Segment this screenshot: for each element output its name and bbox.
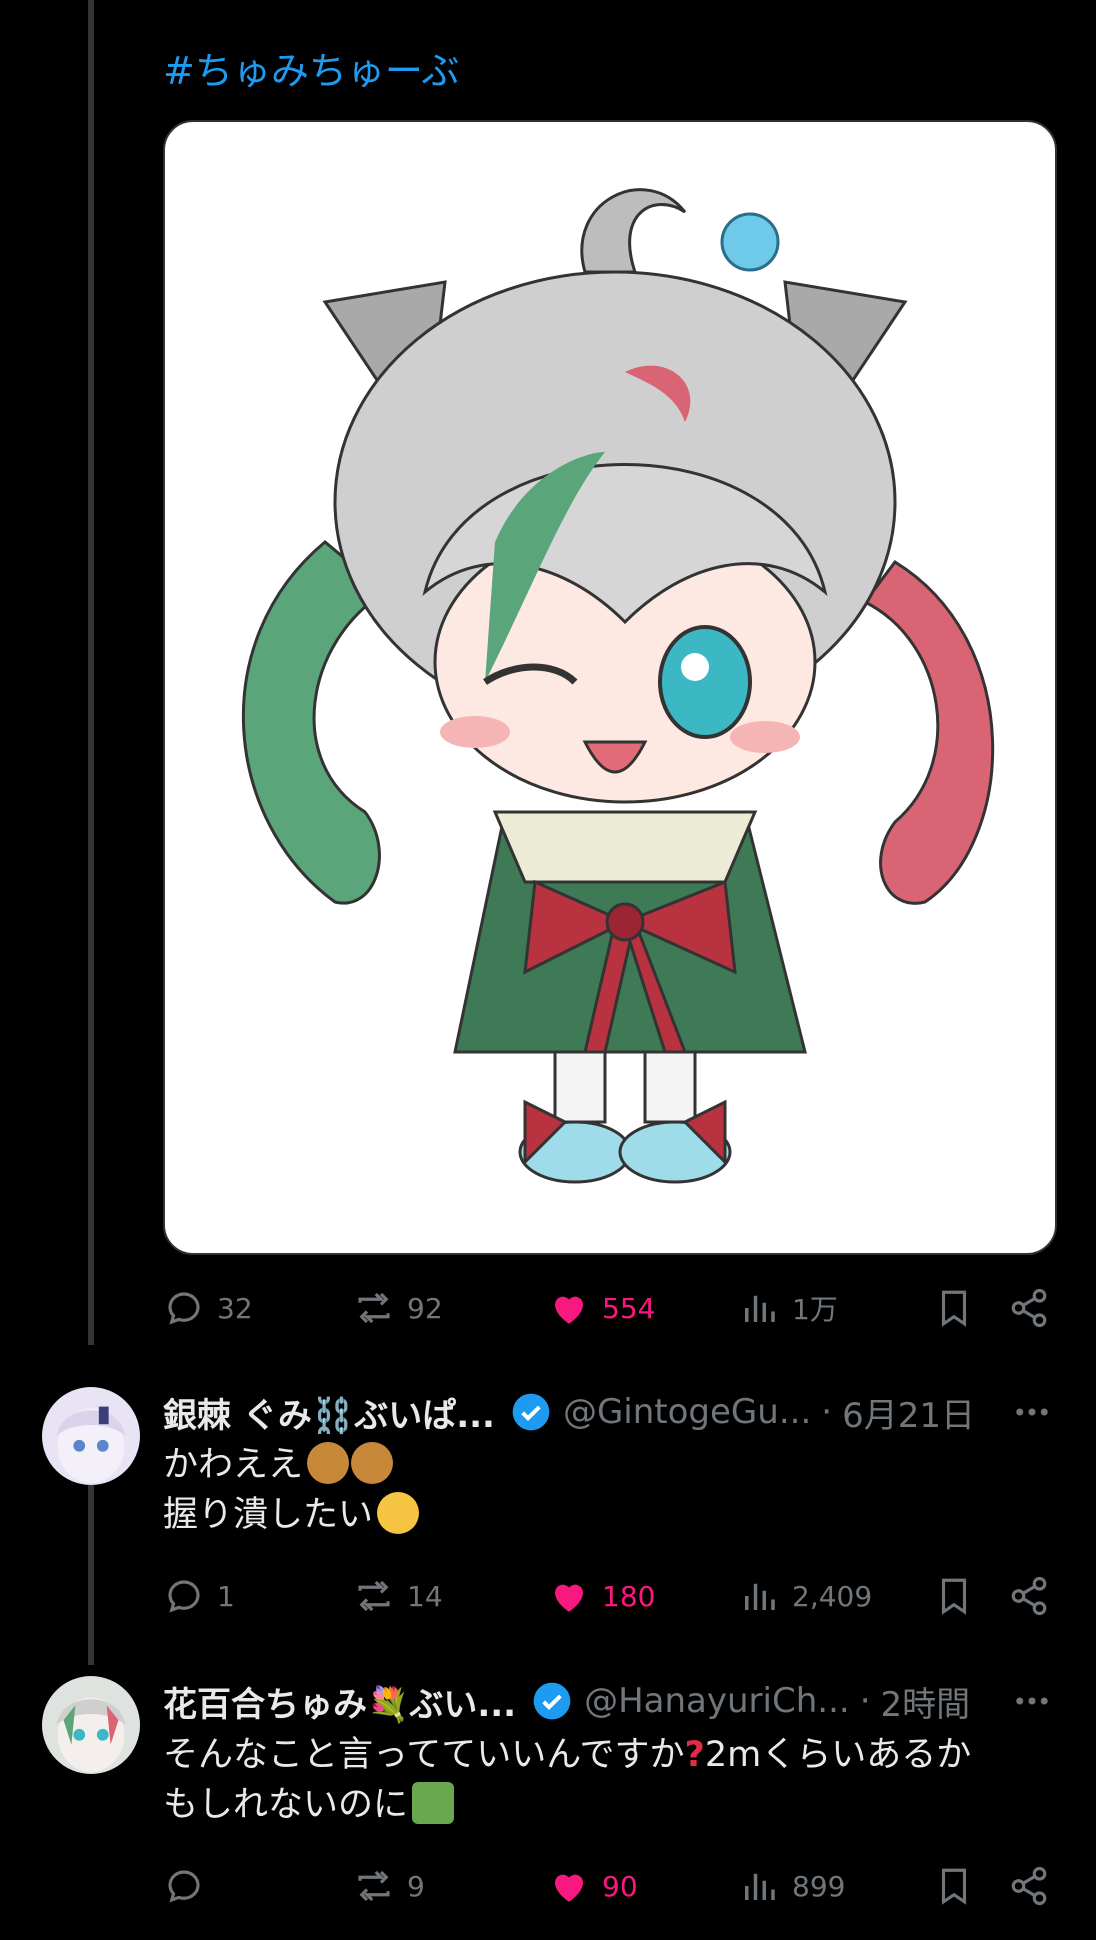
worried-face-emoji xyxy=(351,1442,394,1484)
reply-button[interactable]: 32 xyxy=(163,1278,253,1338)
bookmark-icon xyxy=(941,1578,967,1615)
separator-dot: · xyxy=(821,1392,833,1432)
repost-button[interactable]: 14 xyxy=(353,1566,443,1626)
thread-line-middle xyxy=(88,1485,94,1665)
hashtag-link[interactable]: #ちゅみちゅーぶ xyxy=(163,40,459,95)
drooling-face-emoji xyxy=(377,1492,420,1534)
more-icon xyxy=(1016,1697,1048,1705)
share-button[interactable] xyxy=(1008,1278,1050,1338)
reply-text-line: かわええ xyxy=(163,1445,304,1485)
share-button[interactable] xyxy=(1008,1566,1050,1626)
red-question-mark-emoji: ? xyxy=(684,1735,705,1775)
post-image[interactable] xyxy=(163,120,1057,1255)
reply-text-line: もしれないのに xyxy=(163,1785,409,1825)
bookmark-button[interactable] xyxy=(933,1566,975,1626)
separator-dot: · xyxy=(859,1681,871,1721)
reply-count: 32 xyxy=(217,1291,253,1325)
views-count: 2,409 xyxy=(792,1579,873,1613)
like-icon xyxy=(555,1296,583,1324)
like-button[interactable]: 90 xyxy=(548,1856,638,1916)
reply-text-line: 握り潰したい xyxy=(163,1495,374,1535)
views-count: 899 xyxy=(792,1869,846,1903)
bookmark-button[interactable] xyxy=(933,1856,975,1916)
reply-text: かわええ 握り潰したい xyxy=(163,1440,1053,1540)
reply-text-line: そんなこと言ってていいんですか xyxy=(163,1735,685,1775)
bookmark-icon xyxy=(941,1290,967,1327)
reply-header: 銀棘 ぐみ⛓️ぶいぱ... @GintogeGu... · 6月21日 xyxy=(163,1387,1053,1437)
reply-count: 1 xyxy=(217,1579,235,1613)
repost-icon xyxy=(358,1870,390,1902)
verified-icon xyxy=(512,1393,550,1431)
repost-count: 9 xyxy=(407,1869,425,1903)
repost-icon xyxy=(358,1292,390,1324)
like-count: 554 xyxy=(602,1291,656,1325)
share-icon xyxy=(1011,1288,1047,1328)
views-button[interactable]: 899 xyxy=(738,1856,845,1916)
repost-count: 92 xyxy=(407,1291,443,1325)
chibi-character-illustration xyxy=(241,188,995,1184)
worried-face-emoji xyxy=(307,1442,350,1484)
avatar-image xyxy=(42,1387,140,1485)
views-button[interactable]: 2,409 xyxy=(738,1566,872,1626)
like-icon xyxy=(555,1874,583,1902)
avatar[interactable] xyxy=(42,1387,140,1485)
reply-text: そんなこと言ってていいんですか?2mくらいあるか もしれないのに xyxy=(163,1730,1053,1830)
share-icon xyxy=(1011,1866,1047,1906)
reply-icon xyxy=(168,1292,200,1325)
timestamp[interactable]: 6月21日 xyxy=(842,1388,975,1437)
like-button[interactable]: 180 xyxy=(548,1566,655,1626)
share-button[interactable] xyxy=(1008,1856,1050,1916)
repost-button[interactable]: 92 xyxy=(353,1278,443,1338)
reply-header: 花百合ちゅみ💐ぶい... @HanayuriCh... · 2時間 xyxy=(163,1676,1053,1726)
display-name[interactable]: 銀棘 ぐみ⛓️ぶいぱ... xyxy=(163,1388,495,1437)
more-button[interactable] xyxy=(1011,1387,1053,1437)
more-button[interactable] xyxy=(1011,1676,1053,1726)
views-count: 1万 xyxy=(792,1293,838,1326)
thread-line-top xyxy=(88,0,94,1345)
reply-action-bar: 1 14 180 2,409 xyxy=(163,1566,1053,1626)
reply-text-line: 2mくらいあるか xyxy=(704,1735,972,1775)
zombie-emoji xyxy=(412,1782,455,1824)
like-count: 180 xyxy=(602,1579,656,1613)
avatar-image xyxy=(42,1676,140,1774)
timestamp[interactable]: 2時間 xyxy=(881,1677,971,1726)
views-button[interactable]: 1万 xyxy=(738,1278,838,1338)
reply-icon xyxy=(168,1580,200,1613)
reply-icon xyxy=(168,1870,200,1903)
avatar[interactable] xyxy=(42,1676,140,1774)
bookmark-button[interactable] xyxy=(933,1278,975,1338)
user-handle[interactable]: @HanayuriCh... xyxy=(584,1681,850,1721)
views-icon xyxy=(745,1583,775,1610)
reply-action-bar: 9 90 899 xyxy=(163,1856,1053,1916)
views-icon xyxy=(745,1295,775,1322)
verified-icon xyxy=(533,1682,571,1720)
like-button[interactable]: 554 xyxy=(548,1278,655,1338)
reply-button[interactable]: 1 xyxy=(163,1566,235,1626)
views-icon xyxy=(745,1873,775,1900)
like-icon xyxy=(555,1584,583,1612)
bookmark-icon xyxy=(941,1868,967,1905)
display-name[interactable]: 花百合ちゅみ💐ぶい... xyxy=(163,1677,516,1726)
repost-button[interactable]: 9 xyxy=(353,1856,425,1916)
repost-icon xyxy=(358,1580,390,1612)
share-icon xyxy=(1011,1576,1047,1616)
repost-count: 14 xyxy=(407,1579,443,1613)
more-icon xyxy=(1016,1408,1048,1416)
user-handle[interactable]: @GintogeGu... xyxy=(563,1392,811,1432)
like-count: 90 xyxy=(602,1869,638,1903)
reply-button[interactable] xyxy=(163,1856,217,1916)
post-action-bar: 32 92 554 1万 xyxy=(163,1278,1053,1338)
